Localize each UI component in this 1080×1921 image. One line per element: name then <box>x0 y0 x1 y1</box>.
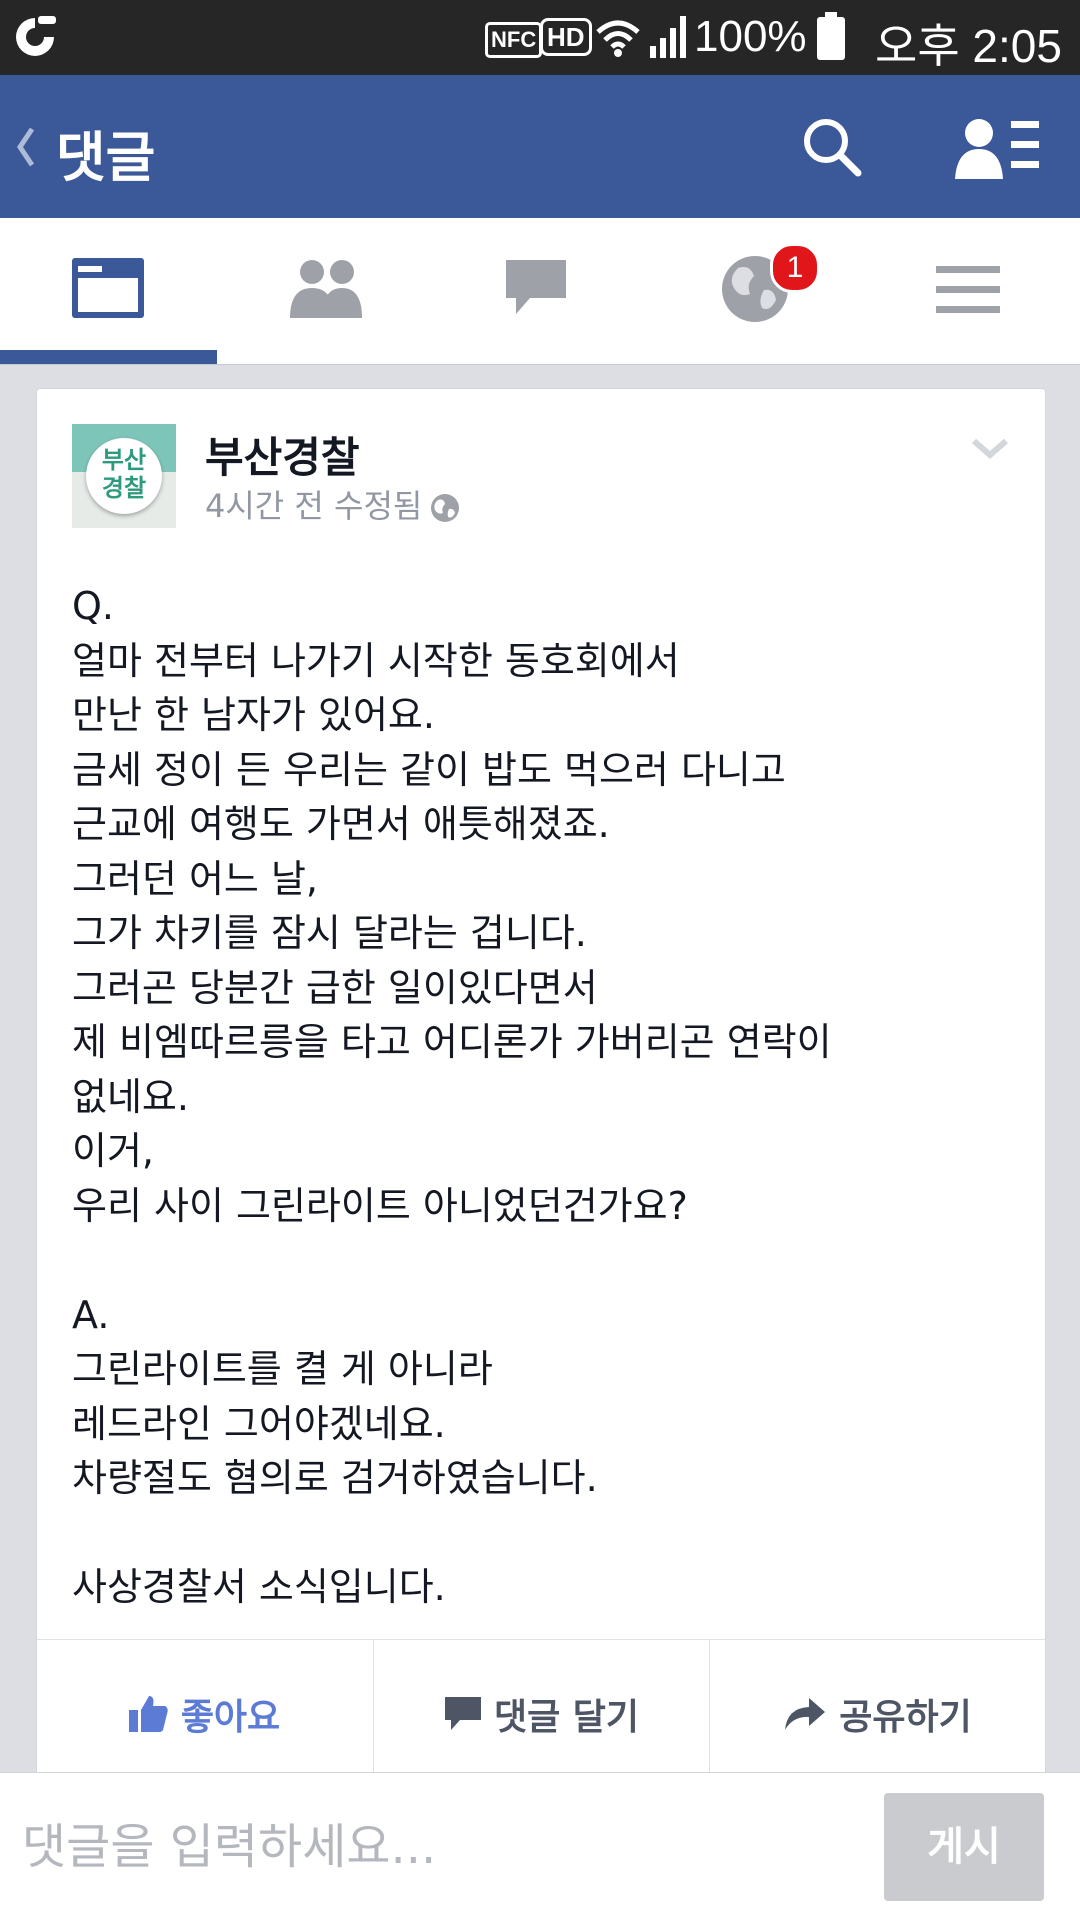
share-label: 공유하기 <box>839 1697 972 1738</box>
notification-count-badge: 1 <box>770 243 820 293</box>
wifi-icon <box>596 20 640 57</box>
search-icon[interactable] <box>800 115 864 179</box>
friends-list-icon[interactable] <box>955 115 1039 179</box>
back-chevron-icon[interactable] <box>14 125 36 169</box>
nfc-indicator: NFC <box>485 22 543 58</box>
hd-voice-indicator: HD <box>540 18 592 56</box>
comment-label: 댓글 달기 <box>493 1697 639 1738</box>
post-comment-button[interactable]: 게시 <box>884 1793 1044 1901</box>
public-globe-icon <box>431 494 460 522</box>
battery-icon <box>817 12 845 60</box>
carrier-logo-icon <box>16 16 56 56</box>
friends-icon <box>290 260 362 318</box>
share-arrow-icon <box>785 1698 826 1730</box>
news-feed-icon <box>72 258 144 318</box>
comment-input[interactable] <box>20 1801 864 1893</box>
avatar-logo-text: 부산 경찰 <box>101 446 147 502</box>
post-timestamp[interactable]: 4시간 전 수정됨 <box>205 487 422 525</box>
tab-more-menu[interactable] <box>864 218 1080 364</box>
page-name-link[interactable]: 부산경찰 <box>205 424 360 485</box>
tab-notifications[interactable]: 1 <box>648 218 864 364</box>
like-label: 좋아요 <box>180 1697 281 1738</box>
tab-bar: 1 <box>0 218 1080 365</box>
clock: 오후 2:05 <box>875 20 1062 72</box>
chevron-down-icon[interactable] <box>970 437 1010 461</box>
share-button[interactable]: 공유하기 <box>709 1640 1045 1790</box>
signal-strength-icon <box>650 16 686 58</box>
thumbs-up-icon <box>128 1696 168 1732</box>
like-button[interactable]: 좋아요 <box>37 1640 372 1790</box>
post-text: Q. 얼마 전부터 나가기 시작한 동호회에서 만난 한 남자가 있어요. 금세… <box>72 584 832 1609</box>
comment-icon <box>444 1697 481 1730</box>
tab-messages[interactable] <box>432 218 648 364</box>
comment-composer: 게시 <box>0 1772 1080 1921</box>
page-title: 댓글 <box>56 126 156 189</box>
post-action-bar: 좋아요 댓글 달기 공유하기 <box>37 1639 1045 1790</box>
hamburger-menu-icon <box>936 266 1000 313</box>
post-card: 부산 경찰 부산경찰 4시간 전 수정됨 Q. 얼마 전부터 나가기 시작한 동… <box>36 388 1046 1790</box>
tab-news-feed[interactable] <box>0 218 216 364</box>
post-meta: 4시간 전 수정됨 <box>205 481 460 527</box>
title-bar: 댓글 <box>0 75 1080 218</box>
active-tab-indicator <box>0 350 217 364</box>
chat-bubble-icon <box>506 260 566 314</box>
comment-button[interactable]: 댓글 달기 <box>373 1640 709 1790</box>
status-bar: NFC HD 100% 오후 2:05 <box>0 0 1080 75</box>
battery-percentage: 100% <box>694 12 807 61</box>
page-avatar[interactable]: 부산 경찰 <box>72 424 176 528</box>
tab-friend-requests[interactable] <box>216 218 432 364</box>
